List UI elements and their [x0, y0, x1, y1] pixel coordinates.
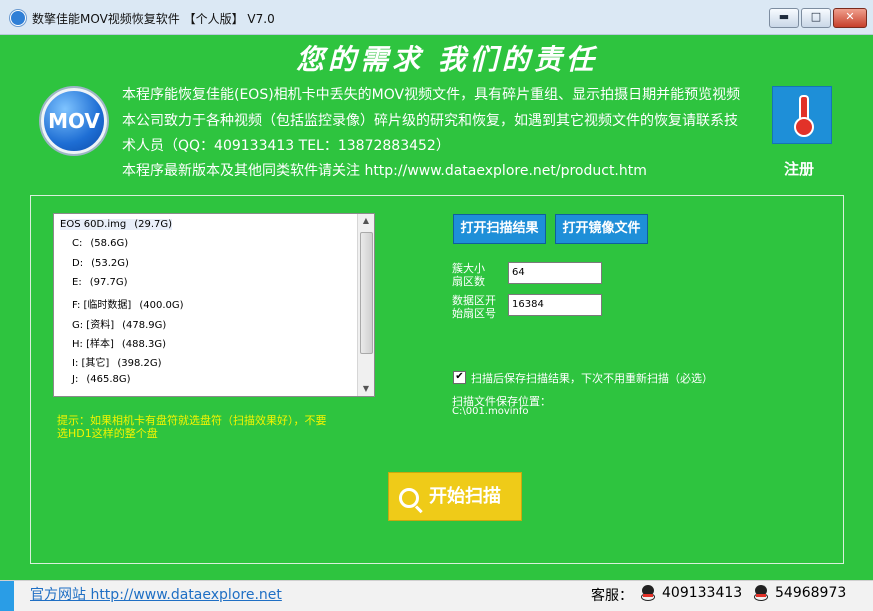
drive-name: G: [资料] — [72, 320, 115, 331]
drive-name: D: — [72, 258, 84, 269]
drive-name: J: — [72, 374, 79, 385]
drive-size: (53.2G) — [91, 258, 129, 269]
qq-icon — [753, 585, 769, 603]
thermometer-bulb — [794, 117, 814, 137]
drive-name: E: — [72, 277, 82, 288]
drive-name: EOS 60D.img — [60, 219, 127, 230]
window-title: 数擎佳能MOV视频恢复软件 【个人版】 V7.0 — [32, 12, 275, 26]
data-start-label-line: 始扇区号 — [452, 307, 496, 320]
customer-service-label: 客服： — [591, 588, 633, 604]
drive-item[interactable]: H: [样本] (488.3G) — [72, 335, 166, 350]
drive-size: (400.0G) — [139, 300, 184, 311]
start-scan-label: 开始扫描 — [429, 486, 501, 507]
scroll-down-icon[interactable]: ▼ — [358, 382, 374, 396]
drive-name: F: [临时数据] — [72, 300, 132, 311]
drive-item[interactable]: G: [资料] (478.9G) — [72, 316, 166, 331]
qq-icon-scarf — [643, 594, 653, 597]
minimize-button[interactable]: ▬ — [769, 8, 799, 28]
status-accent — [0, 581, 14, 611]
open-image-file-button[interactable]: 打开镜像文件 — [555, 214, 648, 244]
drive-size: (478.9G) — [122, 320, 167, 331]
save-location-path: C:\001.movinfo — [452, 406, 529, 417]
title-bar: 数擎佳能MOV视频恢复软件 【个人版】 V7.0 ▬ □ ✕ — [0, 0, 873, 35]
mov-logo: MOV — [41, 88, 107, 154]
status-bar: 官方网站 http://www.dataexplore.net 客服： 4091… — [0, 580, 873, 611]
drive-size: (465.8G) — [86, 374, 131, 385]
cluster-size-input[interactable]: 64 — [508, 262, 602, 284]
drive-item[interactable]: EOS 60D.img (29.7G) — [60, 219, 173, 230]
official-site-link[interactable]: 官方网站 http://www.dataexplore.net — [30, 584, 282, 604]
qq-icon — [640, 585, 656, 603]
drive-item[interactable]: E: (97.7G) — [72, 277, 128, 288]
drive-item[interactable]: F: [临时数据] (400.0G) — [72, 296, 184, 311]
open-scan-result-button[interactable]: 打开扫描结果 — [453, 214, 546, 244]
drive-size: (29.7G) — [134, 219, 173, 230]
thermometer-icon[interactable] — [772, 86, 832, 144]
drive-size: (58.6G) — [90, 238, 129, 249]
drive-name: C: — [72, 238, 83, 249]
scroll-up-icon[interactable]: ▲ — [358, 214, 374, 228]
register-label[interactable]: 注册 — [784, 158, 814, 179]
slogan: 您的需求 我们的责任 — [296, 43, 598, 76]
drive-name: I: [其它] — [72, 358, 110, 369]
start-scan-button[interactable]: 开始扫描 — [388, 472, 522, 521]
save-results-checkbox[interactable]: ✔ — [453, 371, 466, 384]
drive-name: H: [样本] — [72, 339, 114, 350]
description-line: 本程序能恢复佳能(EOS)相机卡中丢失的MOV视频文件，具有碎片重组、显示拍摄日… — [122, 87, 741, 103]
drive-size: (488.3G) — [121, 339, 167, 350]
description-line: 本程序最新版本及其他同类软件请关注 http://www.dataexplore… — [122, 163, 647, 179]
maximize-button[interactable]: □ — [801, 8, 831, 28]
scroll-thumb[interactable] — [360, 232, 373, 354]
data-start-label: 数据区开 始扇区号 — [452, 294, 496, 320]
save-results-label[interactable]: 扫描后保存扫描结果，下次不用重新扫描（必选） — [471, 370, 713, 386]
qq-icon-scarf — [756, 594, 766, 597]
qq-number[interactable]: 409133413 — [662, 585, 742, 601]
cluster-size-label: 簇大小 扇区数 — [452, 262, 485, 288]
search-icon — [399, 488, 419, 508]
description-line: 术人员（QQ：409133413 TEL：13872883452） — [122, 138, 450, 154]
drive-size: (97.7G) — [89, 277, 128, 288]
drive-item[interactable]: D: (53.2G) — [72, 258, 129, 269]
cluster-size-label-line: 簇大小 — [452, 262, 485, 275]
drive-item[interactable]: I: [其它] (398.2G) — [72, 354, 162, 369]
description-line: 本公司致力于各种视频（包括监控录像）碎片级的研究和恢复，如遇到其它视频文件的恢复… — [122, 113, 738, 129]
drive-list-scrollbar[interactable]: ▲ ▼ — [357, 214, 374, 396]
drive-item[interactable]: J: (465.8G) — [72, 374, 131, 385]
data-start-input[interactable]: 16384 — [508, 294, 602, 316]
data-start-label-line: 数据区开 — [452, 294, 496, 307]
drive-list[interactable]: EOS 60D.img (29.7G) C: (58.6G) D: (53.2G) E… — [53, 213, 375, 397]
hint-text: 选HD1这样的整个盘 — [57, 427, 158, 440]
close-button[interactable]: ✕ — [833, 8, 867, 28]
app-icon — [10, 10, 26, 26]
drive-size: (398.2G) — [117, 358, 162, 369]
qq-number[interactable]: 54968973 — [775, 585, 846, 601]
cluster-size-label-line: 扇区数 — [452, 275, 485, 288]
drive-item[interactable]: C: (58.6G) — [72, 238, 128, 249]
